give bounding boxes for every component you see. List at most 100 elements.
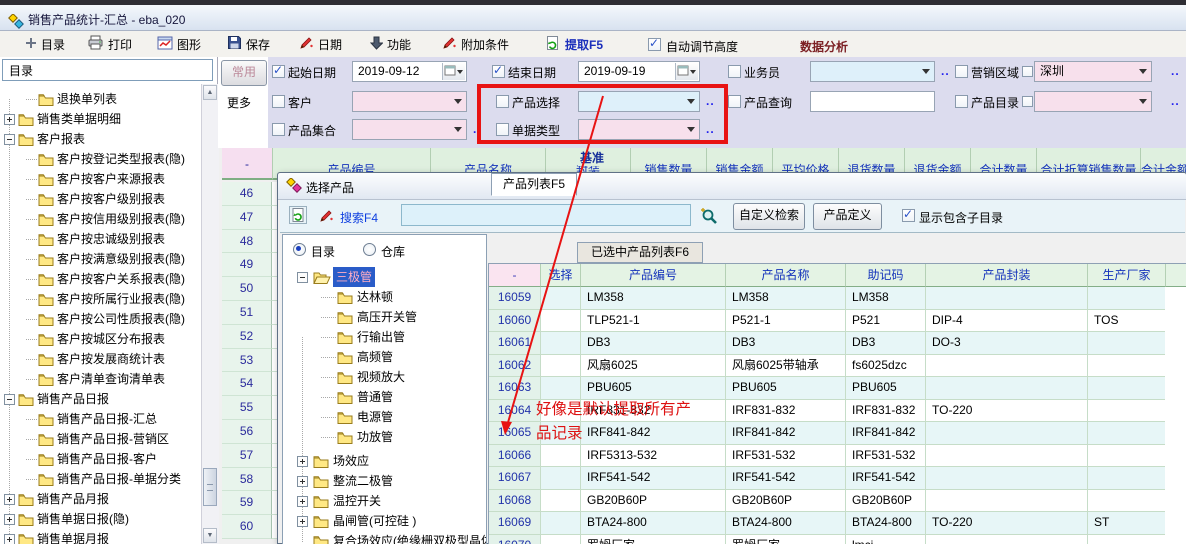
- column-header[interactable]: 助记码: [845, 264, 925, 287]
- row-id-cell[interactable]: 16069: [489, 512, 540, 535]
- expand-icon[interactable]: [297, 456, 308, 467]
- table-cell[interactable]: IRF841-842: [725, 422, 845, 445]
- table-cell[interactable]: P521-1: [725, 310, 845, 333]
- table-cell[interactable]: [1087, 400, 1165, 423]
- bg-row-number[interactable]: 49: [222, 253, 272, 277]
- column-header[interactable]: -: [489, 264, 540, 287]
- table-cell[interactable]: [540, 310, 580, 333]
- save-button[interactable]: 保存: [224, 33, 273, 55]
- print-button[interactable]: 打印: [84, 33, 135, 55]
- column-header[interactable]: 生产厂家: [1087, 264, 1165, 287]
- bg-row-number[interactable]: 58: [222, 468, 272, 492]
- table-cell[interactable]: [925, 490, 1087, 513]
- collapse-icon[interactable]: [297, 272, 308, 283]
- table-cell[interactable]: PBU605: [725, 377, 845, 400]
- table-cell[interactable]: [540, 332, 580, 355]
- refresh-doc-icon[interactable]: [289, 206, 307, 227]
- bg-row-number[interactable]: 56: [222, 420, 272, 444]
- product-set-checkbox[interactable]: [272, 123, 285, 136]
- end-date-checkbox[interactable]: [492, 65, 505, 78]
- product-catalog-more-link[interactable]: ..: [1171, 94, 1180, 108]
- region-checkbox[interactable]: [955, 65, 968, 78]
- table-cell[interactable]: [925, 422, 1087, 445]
- row-id-cell[interactable]: 16059: [489, 287, 540, 310]
- calendar-dropdown-icon[interactable]: [675, 63, 698, 80]
- table-cell[interactable]: TO-220: [925, 512, 1087, 535]
- table-cell[interactable]: LM358: [725, 287, 845, 310]
- scrollbar-thumb[interactable]: [203, 468, 217, 506]
- more-filters-button[interactable]: 更多: [227, 94, 251, 111]
- column-header[interactable]: 产品编号: [580, 264, 725, 287]
- search-input[interactable]: [401, 204, 691, 226]
- table-cell[interactable]: BTA24-800: [845, 512, 925, 535]
- table-cell[interactable]: 风扇6025: [580, 355, 725, 378]
- table-cell[interactable]: IRF841-842: [580, 422, 725, 445]
- table-cell[interactable]: [925, 445, 1087, 468]
- product-catalog-combo[interactable]: [1034, 91, 1152, 112]
- catalog-button[interactable]: 目录: [22, 33, 68, 55]
- table-cell[interactable]: 风扇6025带轴承: [725, 355, 845, 378]
- table-cell[interactable]: [1087, 377, 1165, 400]
- sidebar-scrollbar[interactable]: ▲ ▼: [201, 84, 219, 544]
- doc-type-more-link[interactable]: ..: [706, 122, 715, 136]
- table-cell[interactable]: IRF831-832: [580, 400, 725, 423]
- chevron-down-icon[interactable]: [687, 127, 695, 132]
- table-cell[interactable]: [540, 535, 580, 544]
- customer-checkbox[interactable]: [272, 95, 285, 108]
- start-date-input[interactable]: 2019-09-12: [352, 61, 467, 82]
- extract-button[interactable]: 提取F5: [542, 33, 606, 55]
- row-id-cell[interactable]: 16060: [489, 310, 540, 333]
- table-cell[interactable]: TLP521-1: [580, 310, 725, 333]
- magnifier-icon[interactable]: [699, 207, 718, 228]
- bg-row-number[interactable]: 60: [222, 515, 272, 539]
- row-id-cell[interactable]: 16066: [489, 445, 540, 468]
- product-query-input[interactable]: [810, 91, 935, 112]
- table-cell[interactable]: [1087, 355, 1165, 378]
- product-catalog-lock-checkbox[interactable]: [1022, 96, 1033, 107]
- bg-row-number[interactable]: 55: [222, 396, 272, 420]
- row-id-cell[interactable]: 16064: [489, 400, 540, 423]
- region-more-link[interactable]: ..: [1171, 64, 1180, 78]
- row-id-cell[interactable]: 16065: [489, 422, 540, 445]
- data-analysis-button[interactable]: 数据分析: [800, 38, 848, 55]
- product-set-combo[interactable]: [352, 119, 467, 140]
- table-cell[interactable]: DO-3: [925, 332, 1087, 355]
- table-cell[interactable]: IRF841-842: [845, 422, 925, 445]
- table-cell[interactable]: [540, 400, 580, 423]
- end-date-input[interactable]: 2019-09-19: [578, 61, 700, 82]
- table-cell[interactable]: IRF831-832: [845, 400, 925, 423]
- table-cell[interactable]: [540, 445, 580, 468]
- table-cell[interactable]: [1087, 332, 1165, 355]
- expand-icon[interactable]: [297, 496, 308, 507]
- column-header[interactable]: 选择: [540, 264, 580, 287]
- table-cell[interactable]: DB3: [580, 332, 725, 355]
- table-cell[interactable]: PBU605: [845, 377, 925, 400]
- show-subdir-checkbox[interactable]: [902, 209, 915, 222]
- table-cell[interactable]: IRF541-542: [580, 467, 725, 490]
- expand-icon[interactable]: [4, 494, 15, 505]
- table-cell[interactable]: DIP-4: [925, 310, 1087, 333]
- expand-icon[interactable]: [297, 476, 308, 487]
- calendar-dropdown-icon[interactable]: [442, 63, 465, 80]
- date-button[interactable]: 日期: [295, 33, 345, 55]
- row-id-cell[interactable]: 16061: [489, 332, 540, 355]
- row-id-cell[interactable]: 16070: [489, 535, 540, 544]
- region-lock-checkbox[interactable]: [1022, 66, 1033, 77]
- table-cell[interactable]: [540, 467, 580, 490]
- function-button[interactable]: 功能: [367, 33, 414, 55]
- table-cell[interactable]: DB3: [845, 332, 925, 355]
- table-cell[interactable]: LM358: [580, 287, 725, 310]
- table-cell[interactable]: [1087, 287, 1165, 310]
- customer-combo[interactable]: [352, 91, 467, 112]
- table-cell[interactable]: BTA24-800: [580, 512, 725, 535]
- table-cell[interactable]: 罗姆厂家: [580, 535, 725, 544]
- table-cell[interactable]: [1087, 467, 1165, 490]
- table-cell[interactable]: [1087, 422, 1165, 445]
- table-cell[interactable]: IRF531-532: [845, 445, 925, 468]
- chevron-down-icon[interactable]: [687, 99, 695, 104]
- chevron-down-icon[interactable]: [454, 127, 462, 132]
- bg-table-corner[interactable]: -: [222, 148, 272, 180]
- table-cell[interactable]: [925, 287, 1087, 310]
- table-cell[interactable]: [1087, 490, 1165, 513]
- table-cell[interactable]: [540, 422, 580, 445]
